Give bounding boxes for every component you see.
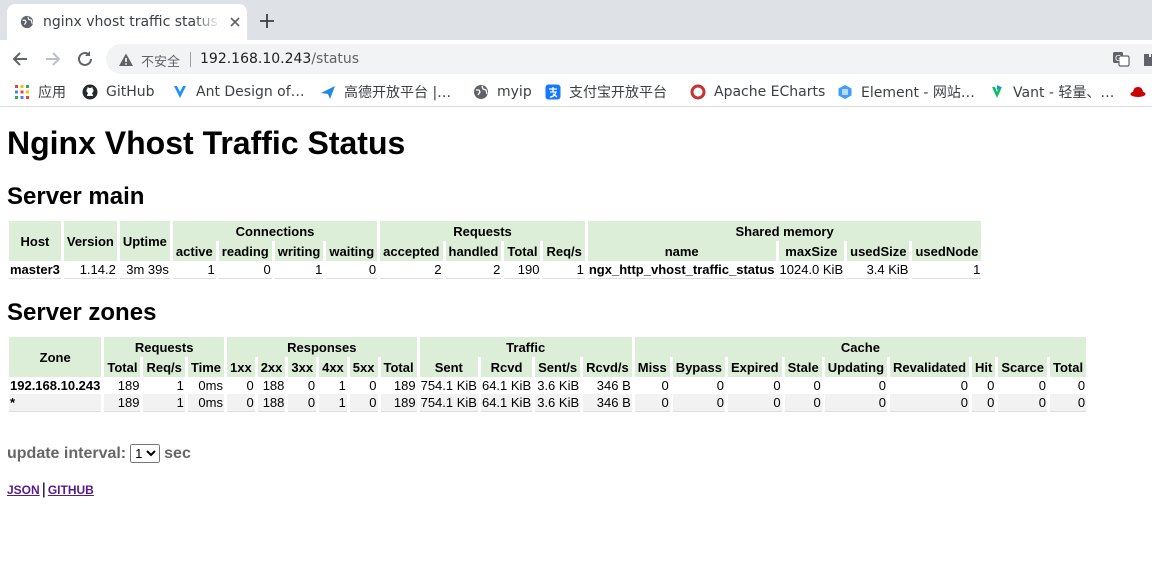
extension-icon[interactable] [1142, 50, 1152, 68]
bookmark-alipay[interactable]: 支付宝开放平台 [545, 82, 667, 102]
link-separator: | [41, 481, 46, 498]
update-interval: update interval: 1 sec [7, 444, 191, 463]
update-interval-label: update interval: [7, 444, 127, 462]
myip-icon [474, 85, 488, 99]
bookmark-more[interactable] [1130, 82, 1152, 102]
update-interval-select[interactable]: 1 [130, 444, 161, 463]
alipay-icon [545, 84, 561, 100]
vant-icon [992, 85, 1002, 98]
echarts-icon [690, 84, 706, 100]
bookmark-element[interactable]: Element - 网站… [837, 82, 975, 102]
apps-icon [15, 85, 29, 99]
server-main-table: Host Version Uptime Connections Requests… [6, 221, 984, 279]
bookmark-echarts[interactable]: Apache ECharts [690, 82, 825, 102]
footer-links: JSON | GITHUB [7, 481, 94, 499]
status-page: Nginx Vhost Traffic Status Server main H… [0, 107, 1152, 562]
globe-icon [20, 15, 34, 29]
bookmarks-bar: 应用 GitHub Ant Design of… 高德开放平台 |… myip … [0, 78, 1152, 107]
element-icon [838, 85, 852, 99]
table-row: * 189 1 0ms 0 188 0 1 0 189 754.1 KiB 64… [9, 394, 1087, 412]
antd-icon [174, 86, 186, 98]
bookmark-ant-design[interactable]: Ant Design of… [172, 82, 305, 102]
github-link[interactable]: GITHUB [48, 483, 94, 497]
server-main-heading: Server main [7, 183, 145, 210]
warning-icon[interactable] [118, 52, 134, 68]
server-zones-heading: Server zones [7, 299, 157, 326]
server-zones-table: Zone Requests Responses Traffic Cache To… [6, 337, 1089, 412]
bookmark-vant[interactable]: Vant - 轻量、… [989, 82, 1114, 102]
json-link[interactable]: JSON [7, 483, 40, 497]
translate-icon[interactable]: G [1112, 50, 1130, 68]
update-interval-unit: sec [164, 444, 191, 462]
reload-icon[interactable] [74, 48, 96, 70]
browser-toolbar: 不安全 192.168.10.243/status G [0, 40, 1152, 78]
plus-icon[interactable] [258, 12, 276, 30]
tab-strip: nginx vhost traffic status [0, 0, 1152, 40]
bookmark-amap[interactable]: 高德开放平台 |… [320, 82, 451, 102]
url-text[interactable]: 192.168.10.243/status [200, 51, 359, 67]
bookmark-myip[interactable]: myip [473, 82, 532, 102]
insecure-label[interactable]: 不安全 [141, 51, 180, 70]
github-icon [82, 84, 98, 100]
back-icon[interactable] [9, 48, 31, 70]
svg-text:G: G [1115, 54, 1121, 63]
page-title: Nginx Vhost Traffic Status [7, 125, 406, 161]
close-icon[interactable] [227, 14, 243, 30]
table-row: master3 1.14.2 3m 39s 1 0 1 0 2 2 190 1 … [9, 262, 982, 279]
bookmark-apps[interactable]: 应用 [14, 82, 66, 102]
bookmark-github[interactable]: GitHub [82, 82, 155, 102]
redhat-icon [1130, 87, 1146, 97]
forward-icon[interactable] [42, 48, 64, 70]
browser-tab[interactable]: nginx vhost traffic status [7, 4, 247, 40]
amap-icon [321, 86, 335, 99]
table-row: 192.168.10.243 189 1 0ms 0 188 0 1 0 189… [10, 378, 1086, 393]
address-bar[interactable]: 不安全 192.168.10.243/status G [106, 44, 1152, 74]
